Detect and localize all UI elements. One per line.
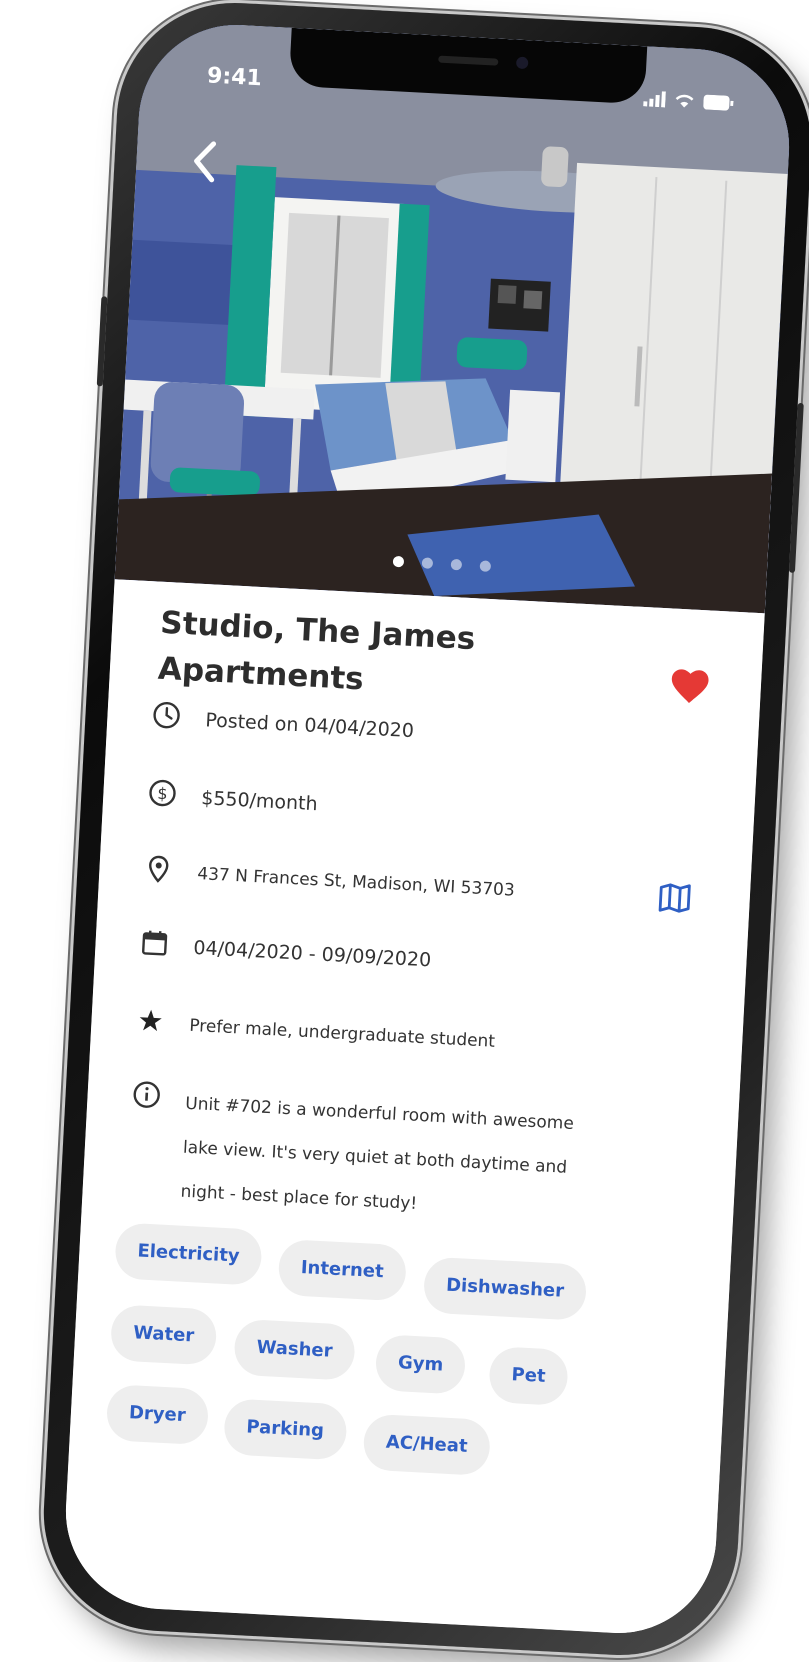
chevron-left-icon	[194, 141, 217, 183]
amenity-tag-electricity[interactable]: Electricity	[114, 1222, 263, 1286]
screen: 9:41 Studio, The James Apartments Posted…	[60, 20, 795, 1638]
listing-details: Studio, The James Apartments Posted on 0…	[60, 579, 765, 1638]
star-icon	[139, 1009, 162, 1032]
bedroom-photo	[114, 20, 795, 614]
battery-icon	[703, 94, 734, 111]
posted-row: Posted on 04/04/2020	[151, 699, 715, 764]
speaker	[438, 55, 499, 66]
clock-icon	[153, 701, 180, 729]
info-icon	[133, 1081, 160, 1108]
cellular-signal-icon	[643, 91, 666, 108]
favorite-button[interactable]	[668, 664, 712, 706]
posted-date: Posted on 04/04/2020	[204, 709, 415, 743]
map-icon	[658, 883, 691, 913]
page-dot[interactable]	[392, 555, 404, 568]
wifi-icon	[675, 94, 694, 108]
page-dot[interactable]	[479, 560, 491, 572]
back-button[interactable]	[181, 130, 232, 192]
price-row: $ $550/month	[146, 777, 710, 842]
map-button[interactable]	[657, 880, 693, 916]
amenity-tag-internet[interactable]: Internet	[277, 1238, 408, 1302]
svg-text:$: $	[157, 784, 168, 804]
heart-icon	[671, 669, 709, 704]
page-dot[interactable]	[421, 557, 433, 569]
price: $550/month	[200, 787, 319, 816]
dollar-icon: $	[149, 779, 176, 807]
amenity-tag-parking[interactable]: Parking	[223, 1398, 348, 1461]
description-row: Unit #702 is a wonderful room with aweso…	[126, 1079, 695, 1240]
amenity-tag-dishwasher[interactable]: Dishwasher	[422, 1256, 588, 1321]
amenity-tag-pet[interactable]: Pet	[488, 1346, 569, 1407]
listing-photo[interactable]: 9:41	[114, 20, 795, 614]
amenity-tag-washer[interactable]: Washer	[233, 1318, 356, 1381]
amenity-tag-ac-heat[interactable]: AC/Heat	[362, 1413, 491, 1477]
location-pin-icon	[149, 855, 169, 883]
amenity-tag-gym[interactable]: Gym	[374, 1334, 467, 1395]
description: Unit #702 is a wonderful room with aweso…	[180, 1082, 575, 1234]
listing-title: Studio, The James Apartments	[157, 600, 581, 714]
front-camera	[515, 56, 529, 70]
address-row: 437 N Frances St, Madison, WI 53703	[142, 853, 706, 918]
page-dot[interactable]	[450, 558, 462, 571]
phone-mockup: 9:41 Studio, The James Apartments Posted…	[37, 0, 809, 1662]
amenity-tag-water[interactable]: Water	[109, 1304, 218, 1366]
availability-dates: 04/04/2020 - 09/09/2020	[192, 936, 432, 972]
preference: Prefer male, undergraduate student	[188, 1015, 496, 1052]
amenity-tag-dryer[interactable]: Dryer	[105, 1384, 210, 1446]
status-time: 9:41	[206, 63, 263, 92]
address: 437 N Frances St, Madison, WI 53703	[196, 864, 516, 901]
dates-row: 04/04/2020 - 09/09/2020	[139, 927, 703, 992]
calendar-icon	[142, 930, 168, 956]
preference-row: Prefer male, undergraduate student	[135, 1005, 699, 1070]
